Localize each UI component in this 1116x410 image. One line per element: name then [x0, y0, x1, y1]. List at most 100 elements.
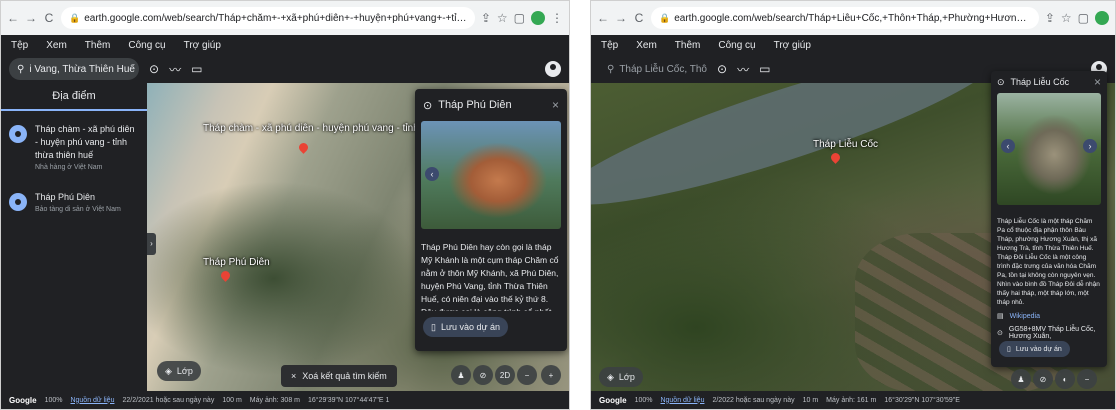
- place-photo[interactable]: ‹ ›: [997, 93, 1101, 205]
- menu-file[interactable]: Tệp: [11, 40, 28, 51]
- earth-menu-bar: Tệp Xem Thêm Công cụ Trợ giúp: [1, 35, 569, 55]
- zoom-level: 100%: [44, 396, 63, 404]
- data-source-link[interactable]: Nguồn dữ liệu: [70, 397, 114, 404]
- close-icon: ×: [291, 371, 297, 381]
- lock-icon: 🔒: [69, 12, 81, 23]
- extension-icon[interactable]: [531, 11, 545, 25]
- places-tab[interactable]: Địa điểm: [1, 83, 147, 111]
- place-name: Tháp chàm - xã phú diên - huyện phú vang…: [35, 124, 135, 160]
- list-item[interactable]: Tháp chàm - xã phú diên - huyện phú vang…: [1, 111, 147, 179]
- previous-photo-icon[interactable]: ‹: [425, 167, 439, 181]
- screenshot-lieu-coc: ← → C 🔒 earth.google.com/web/search/Tháp…: [590, 0, 1116, 410]
- next-photo-icon[interactable]: ›: [1083, 139, 1097, 153]
- clear-search-results-button[interactable]: × Xoá kết quả tìm kiếm: [281, 365, 397, 387]
- place-pin-icon: [9, 193, 27, 211]
- extension-icon[interactable]: [1095, 11, 1109, 25]
- scale-bar: 10 m: [802, 396, 819, 404]
- coordinates: 16°29'39"N 107°44'47"E 1: [308, 396, 390, 404]
- address-bar[interactable]: 🔒 earth.google.com/web/search/Tháp+Liễu+…: [651, 7, 1039, 29]
- wikipedia-row[interactable]: ▤ Wikipedia: [991, 309, 1107, 323]
- share-icon[interactable]: ⇪: [1045, 11, 1055, 25]
- menu-tools[interactable]: Công cụ: [718, 40, 755, 51]
- list-item[interactable]: Tháp Phú Diên Bảo tàng di sản ở Việt Nam: [1, 179, 147, 221]
- data-source-link[interactable]: Nguồn dữ liệu: [660, 397, 704, 404]
- window-icon[interactable]: ▢: [514, 11, 525, 25]
- map-pin-icon[interactable]: [829, 151, 842, 164]
- screenshot-phu-dien: ← → C 🔒 earth.google.com/web/search/Tháp…: [0, 0, 570, 410]
- wikipedia-link[interactable]: Wikipedia: [1010, 313, 1040, 320]
- overlay-icon[interactable]: ▭: [759, 62, 770, 76]
- menu-help[interactable]: Trợ giúp: [184, 40, 221, 51]
- bookmark-star-icon[interactable]: ☆: [497, 11, 508, 25]
- close-icon[interactable]: ×: [1094, 75, 1101, 89]
- layers-icon: ◈: [607, 371, 614, 382]
- address-text: GG58+8MV Tháp Liễu Cốc, Hương Xuân,: [1008, 326, 1096, 340]
- map-pin-icon[interactable]: [219, 269, 232, 282]
- search-value: i Vang, Thừa Thiên Huế: [29, 63, 135, 75]
- imagery-date: 22/2/2021 hoặc sau ngày này: [122, 396, 215, 404]
- place-info-card: ⊙ Tháp Liễu Cốc × ‹ › Tháp Liễu Cốc là m…: [991, 71, 1107, 367]
- card-title: Tháp Phú Diên: [438, 99, 512, 111]
- map-pin-icon[interactable]: [297, 141, 310, 154]
- search-input[interactable]: ⚲ i Vang, Thừa Thiên Huế ⌃ ×: [9, 58, 139, 80]
- placemark-icon[interactable]: ⊙: [149, 62, 159, 76]
- share-icon[interactable]: ⇪: [481, 11, 491, 25]
- compass-icon[interactable]: ⊘: [473, 365, 493, 385]
- place-description: Tháp Phú Diên hay còn gọi là tháp Mỹ Khá…: [421, 242, 559, 311]
- back-icon[interactable]: ←: [7, 11, 19, 25]
- close-icon[interactable]: ×: [552, 98, 559, 112]
- menu-file[interactable]: Tệp: [601, 40, 618, 51]
- compass-icon[interactable]: ⊘: [1033, 369, 1053, 389]
- search-input[interactable]: ⚲ Tháp Liễu Cốc, Thôn Tháp, Phườn: [599, 58, 707, 80]
- layers-label: Lớp: [176, 366, 193, 376]
- reload-icon[interactable]: C: [43, 11, 55, 25]
- menu-add[interactable]: Thêm: [85, 40, 111, 51]
- menu-view[interactable]: Xem: [46, 40, 67, 51]
- google-logo: Google: [9, 395, 37, 405]
- placemark-icon[interactable]: ⊙: [717, 62, 727, 76]
- window-icon[interactable]: ▢: [1078, 11, 1089, 25]
- path-icon[interactable]: 〰: [737, 61, 749, 78]
- panel-collapse-icon[interactable]: ›: [147, 233, 156, 255]
- layers-icon: ◈: [165, 365, 172, 376]
- zoom-in-icon[interactable]: +: [541, 365, 561, 385]
- more-menu-icon[interactable]: ⋮: [551, 11, 563, 25]
- zoom-out-icon[interactable]: −: [1077, 369, 1097, 389]
- place-pin-icon: [9, 125, 27, 143]
- place-category: Bảo tàng di sản ở Việt Nam: [35, 206, 121, 213]
- account-avatar[interactable]: [545, 61, 561, 77]
- zoom-out-icon[interactable]: −: [517, 365, 537, 385]
- forward-icon[interactable]: →: [25, 11, 37, 25]
- place-photo[interactable]: ‹: [421, 121, 561, 229]
- forward-icon[interactable]: →: [615, 11, 627, 25]
- menu-add[interactable]: Thêm: [675, 40, 701, 51]
- toggle-2d-button[interactable]: 2D: [495, 365, 515, 385]
- map-label-site: Tháp Phú Diên: [203, 257, 270, 268]
- pegman-icon[interactable]: ♟: [1011, 369, 1031, 389]
- coordinates: 16°30'29"N 107°30'59"E: [884, 396, 960, 404]
- river-shape: [591, 83, 1011, 231]
- address-bar[interactable]: 🔒 earth.google.com/web/search/Tháp+chăm+…: [61, 7, 475, 29]
- place-category: Nhà hàng ở Việt Nam: [35, 164, 103, 171]
- reload-icon[interactable]: C: [633, 11, 645, 25]
- layers-button[interactable]: ◈ Lớp: [157, 361, 201, 381]
- browser-toolbar: ← → C 🔒 earth.google.com/web/search/Tháp…: [591, 1, 1115, 35]
- path-icon[interactable]: 〰: [169, 61, 181, 78]
- camera-altitude: Máy ảnh: 308 m: [249, 396, 300, 404]
- url-text: earth.google.com/web/search/Tháp+Liễu+Cố…: [674, 12, 1031, 24]
- menu-tools[interactable]: Công cụ: [128, 40, 165, 51]
- previous-photo-icon[interactable]: ‹: [1001, 139, 1015, 153]
- tilt-icon[interactable]: ◐: [1055, 369, 1075, 389]
- menu-view[interactable]: Xem: [636, 40, 657, 51]
- layers-button[interactable]: ◈ Lớp: [599, 367, 643, 387]
- bookmark-star-icon[interactable]: ☆: [1061, 11, 1072, 25]
- save-to-project-button[interactable]: ▯ Lưu vào dự án: [999, 341, 1070, 357]
- pegman-icon[interactable]: ♟: [451, 365, 471, 385]
- clear-label: Xoá kết quả tìm kiếm: [302, 371, 387, 381]
- overlay-icon[interactable]: ▭: [191, 62, 202, 76]
- card-header: ⊙ Tháp Phú Diên ×: [415, 89, 567, 121]
- save-to-project-button[interactable]: ▯ Lưu vào dự án: [423, 317, 509, 337]
- menu-help[interactable]: Trợ giúp: [774, 40, 811, 51]
- wiki-icon: ▤: [997, 313, 1004, 320]
- back-icon[interactable]: ←: [597, 11, 609, 25]
